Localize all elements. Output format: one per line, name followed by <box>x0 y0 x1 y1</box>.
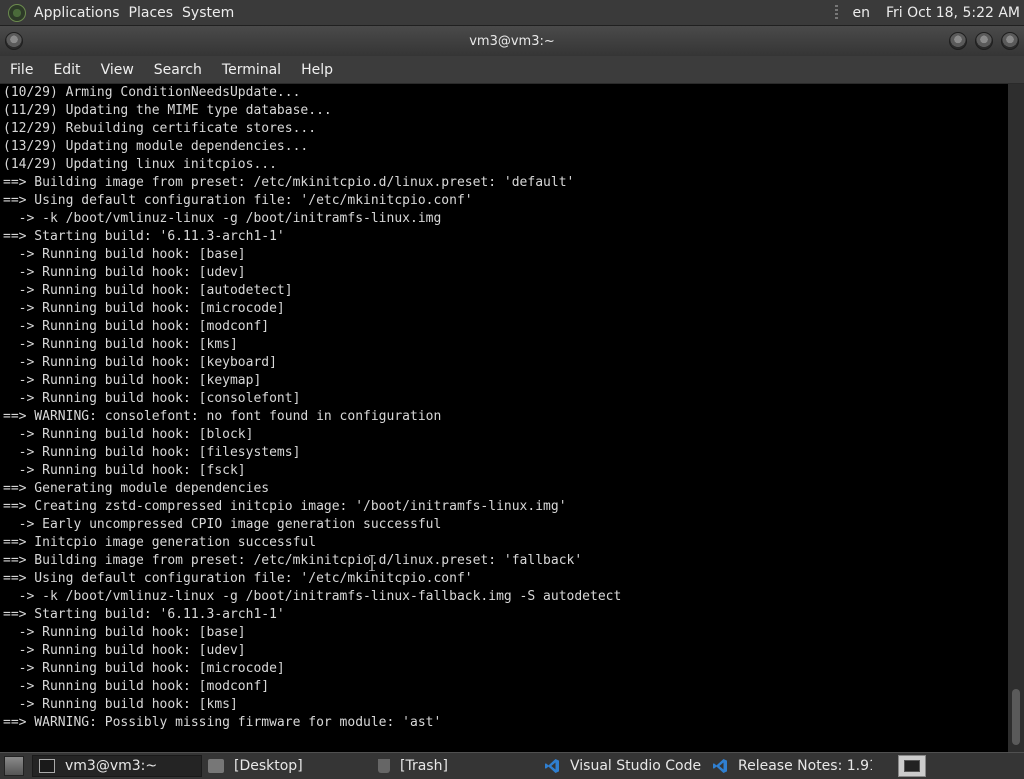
keyboard-layout-indicator[interactable]: en <box>852 5 870 21</box>
terminal-line: ==> Building image from preset: /etc/mki… <box>3 553 583 568</box>
task-release-notes[interactable]: Release Notes: 1.91.... <box>706 755 872 777</box>
folder-icon <box>208 759 224 773</box>
terminal-line: (12/29) Rebuilding certificate stores... <box>3 121 317 136</box>
terminal-line: -> Running build hook: [kms] <box>3 697 238 712</box>
terminal-line: -> Running build hook: [filesystems] <box>3 445 301 460</box>
maximize-icon[interactable] <box>975 32 993 50</box>
terminal-line: (10/29) Arming ConditionNeedsUpdate... <box>3 85 301 100</box>
terminal-line: -> Running build hook: [keymap] <box>3 373 262 388</box>
terminal-line: (13/29) Updating module dependencies... <box>3 139 309 154</box>
terminal-line: ==> Creating zstd-compressed initcpio im… <box>3 499 567 514</box>
window-title: vm3@vm3:~ <box>469 33 555 49</box>
terminal-line: ==> Building image from preset: /etc/mki… <box>3 175 575 190</box>
terminal-line: -> Running build hook: [kms] <box>3 337 238 352</box>
terminal-line: -> Running build hook: [consolefont] <box>3 391 301 406</box>
terminal-line: (11/29) Updating the MIME type database.… <box>3 103 332 118</box>
applications-menu[interactable]: Applications <box>34 5 129 21</box>
panel-separator <box>835 4 839 21</box>
terminal-line: ==> Generating module dependencies <box>3 481 270 496</box>
minimize-icon[interactable] <box>949 32 967 50</box>
terminal-line: ==> WARNING: consolefont: no font found … <box>3 409 442 424</box>
task-terminal[interactable]: vm3@vm3:~ <box>32 755 202 777</box>
terminal-output[interactable]: (10/29) Arming ConditionNeedsUpdate... (1… <box>0 84 1008 752</box>
terminal-line: -> -k /boot/vmlinuz-linux -g /boot/initr… <box>3 589 622 604</box>
workspace-switcher[interactable] <box>898 755 926 777</box>
terminal-line: (14/29) Updating linux initcpios... <box>3 157 277 172</box>
vscode-icon <box>545 759 559 773</box>
terminal-icon <box>39 759 55 773</box>
terminal-line: -> Running build hook: [keyboard] <box>3 355 277 370</box>
task-trash[interactable]: [Trash] <box>370 755 536 777</box>
distro-logo-icon[interactable] <box>8 3 26 22</box>
terminal-line: -> Running build hook: [base] <box>3 247 246 262</box>
menubar: File Edit View Search Terminal Help <box>0 56 1024 84</box>
terminal-line: -> Running build hook: [udev] <box>3 643 246 658</box>
terminal-scrollbar[interactable] <box>1008 84 1024 752</box>
top-panel: Applications Places System en Fri Oct 18… <box>0 0 1024 26</box>
terminal-line: ==> Starting build: '6.11.3-arch1-1' <box>3 229 285 244</box>
close-icon[interactable] <box>1001 32 1019 50</box>
vscode-icon <box>713 759 727 773</box>
workspace-icon <box>904 760 920 772</box>
terminal-line: -> -k /boot/vmlinuz-linux -g /boot/initr… <box>3 211 442 226</box>
task-label: Release Notes: 1.91.... <box>738 758 872 774</box>
panel-tray: en Fri Oct 18, 5:22 AM <box>835 4 1024 21</box>
terminal-line: -> Running build hook: [autodetect] <box>3 283 293 298</box>
task-label: [Trash] <box>400 758 448 774</box>
task-label: vm3@vm3:~ <box>65 758 158 774</box>
terminal-line: -> Running build hook: [modconf] <box>3 319 270 334</box>
places-menu[interactable]: Places <box>129 5 183 21</box>
menu-view[interactable]: View <box>91 62 144 78</box>
menu-edit[interactable]: Edit <box>43 62 90 78</box>
system-menu[interactable]: System <box>182 5 243 21</box>
task-label: Visual Studio Code <box>570 758 702 774</box>
terminal-line: -> Running build hook: [modconf] <box>3 679 270 694</box>
window-menu-icon[interactable] <box>5 32 23 50</box>
menu-search[interactable]: Search <box>144 62 212 78</box>
text-cursor-icon <box>369 555 375 571</box>
menu-help[interactable]: Help <box>291 62 343 78</box>
terminal-line: -> Running build hook: [microcode] <box>3 301 285 316</box>
scrollbar-thumb[interactable] <box>1012 689 1020 745</box>
trash-icon <box>378 759 390 773</box>
terminal-line: ==> Using default configuration file: '/… <box>3 571 473 586</box>
terminal-line: ==> Using default configuration file: '/… <box>3 193 473 208</box>
terminal-line: -> Early uncompressed CPIO image generat… <box>3 517 442 532</box>
terminal-line: -> Running build hook: [base] <box>3 625 246 640</box>
taskbar: vm3@vm3:~ [Desktop] [Trash] Visual Studi… <box>0 752 1024 779</box>
task-desktop[interactable]: [Desktop] <box>202 755 368 777</box>
menu-terminal[interactable]: Terminal <box>212 62 291 78</box>
terminal-line: -> Running build hook: [microcode] <box>3 661 285 676</box>
terminal-line: ==> Starting build: '6.11.3-arch1-1' <box>3 607 285 622</box>
clock[interactable]: Fri Oct 18, 5:22 AM <box>886 5 1020 21</box>
menu-file[interactable]: File <box>0 62 43 78</box>
task-vscode[interactable]: Visual Studio Code <box>538 755 704 777</box>
terminal-line: ==> WARNING: Possibly missing firmware f… <box>3 715 442 730</box>
terminal-line: -> Running build hook: [block] <box>3 427 254 442</box>
show-desktop-icon[interactable] <box>4 756 24 776</box>
terminal-line: -> Running build hook: [fsck] <box>3 463 246 478</box>
task-label: [Desktop] <box>234 758 303 774</box>
terminal-line: -> Running build hook: [udev] <box>3 265 246 280</box>
terminal-line: ==> Initcpio image generation successful <box>3 535 317 550</box>
window-titlebar[interactable]: vm3@vm3:~ <box>0 26 1024 56</box>
